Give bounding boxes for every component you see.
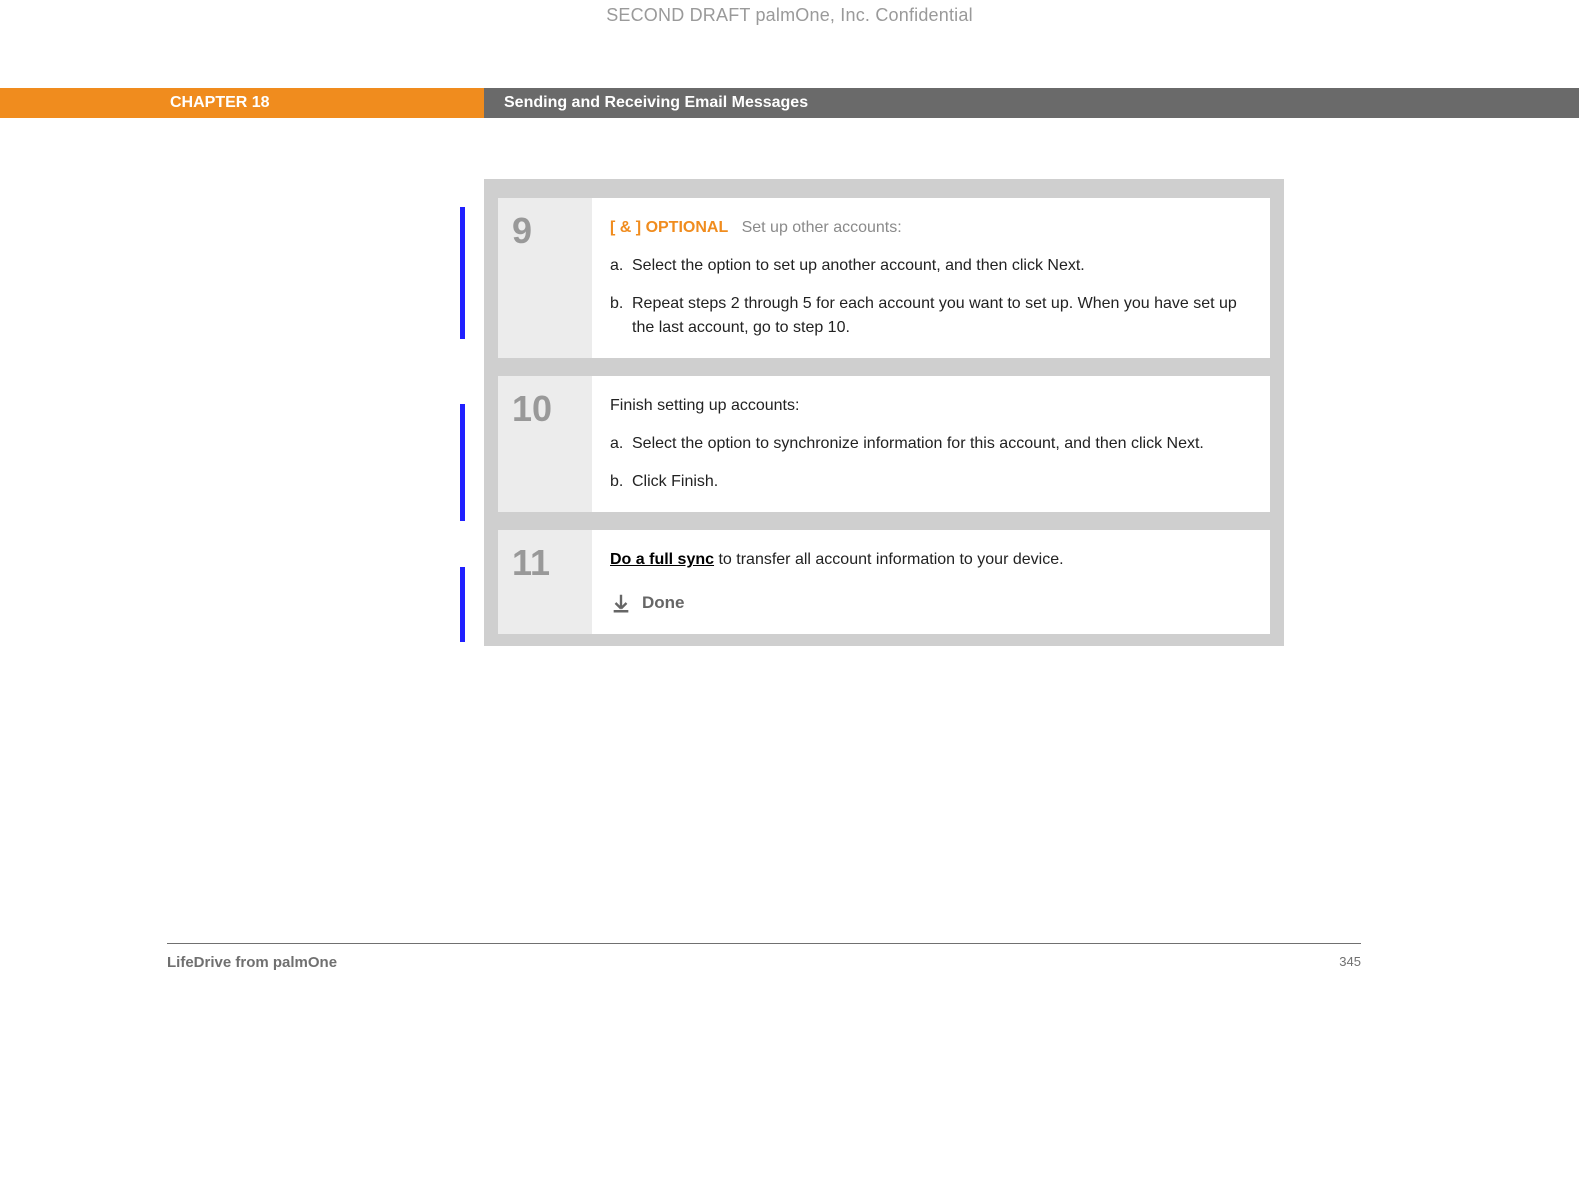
sub-letter: a. — [610, 254, 632, 278]
done-row: Done — [610, 590, 1248, 616]
step-sub-item: a. Select the option to set up another a… — [610, 254, 1248, 278]
optional-label: OPTIONAL — [646, 219, 729, 236]
step-content: Do a full sync to transfer all account i… — [592, 530, 1270, 634]
optional-prefix: [ & ] — [610, 219, 641, 236]
step-number: 10 — [498, 376, 592, 512]
sub-letter: b. — [610, 292, 632, 340]
step-content: Finish setting up accounts: a. Select th… — [592, 376, 1270, 512]
chapter-label: CHAPTER 18 — [0, 88, 484, 118]
step-text-line: Do a full sync to transfer all account i… — [610, 548, 1248, 572]
sub-text: Select the option to synchronize informa… — [632, 432, 1248, 456]
steps-container: 9 [ & ] OPTIONAL Set up other accounts: … — [484, 179, 1284, 646]
step-number: 11 — [498, 530, 592, 634]
step-row: 9 [ & ] OPTIONAL Set up other accounts: … — [498, 198, 1270, 358]
page-number: 345 — [1339, 954, 1361, 971]
sync-link[interactable]: Do a full sync — [610, 551, 714, 568]
footer-product: LifeDrive from palmOne — [167, 954, 337, 971]
change-bar — [460, 207, 465, 339]
step-row: 10 Finish setting up accounts: a. Select… — [498, 376, 1270, 512]
step-intro: Finish setting up accounts: — [610, 394, 1248, 418]
sub-letter: a. — [610, 432, 632, 456]
step-row: 11 Do a full sync to transfer all accoun… — [498, 530, 1270, 634]
optional-intro-text: Set up other accounts: — [733, 219, 902, 236]
chapter-title: Sending and Receiving Email Messages — [484, 88, 1579, 118]
step-sub-item: b. Repeat steps 2 through 5 for each acc… — [610, 292, 1248, 340]
step-number: 9 — [498, 198, 592, 358]
change-bar — [460, 567, 465, 642]
step-sub-item: b. Click Finish. — [610, 470, 1248, 494]
sub-letter: b. — [610, 470, 632, 494]
footer-rule — [167, 943, 1361, 944]
step-rest-text: to transfer all account information to y… — [714, 551, 1064, 568]
sub-text: Select the option to set up another acco… — [632, 254, 1248, 278]
change-bar — [460, 404, 465, 521]
step-sub-item: a. Select the option to synchronize info… — [610, 432, 1248, 456]
sub-text: Repeat steps 2 through 5 for each accoun… — [632, 292, 1248, 340]
step-intro: [ & ] OPTIONAL Set up other accounts: — [610, 216, 1248, 240]
chapter-bar: CHAPTER 18 Sending and Receiving Email M… — [0, 88, 1579, 118]
page-footer: LifeDrive from palmOne 345 — [167, 954, 1361, 971]
step-content: [ & ] OPTIONAL Set up other accounts: a.… — [592, 198, 1270, 358]
done-label: Done — [642, 590, 685, 616]
sub-text: Click Finish. — [632, 470, 1248, 494]
draft-header: SECOND DRAFT palmOne, Inc. Confidential — [0, 5, 1579, 26]
done-arrow-icon — [610, 592, 632, 614]
